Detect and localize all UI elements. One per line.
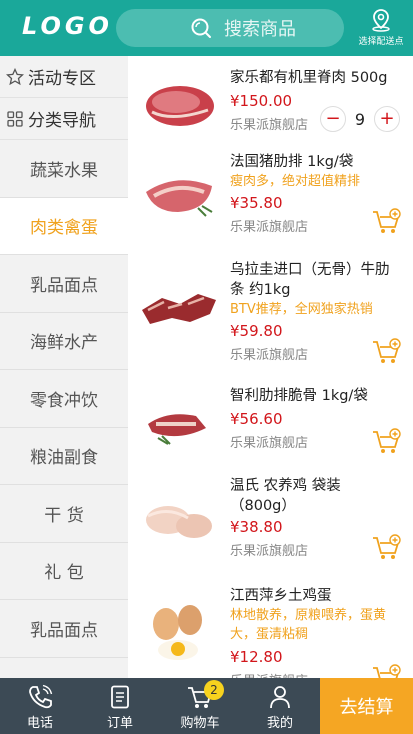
product-name: 乌拉圭进口（无骨）牛肋条 约1kg <box>230 262 390 298</box>
sidebar-item-gift-pack[interactable]: 礼 包 <box>0 543 128 600</box>
category-sidebar: 活动专区 分类导航 蔬菜水果 肉类禽蛋 乳品面点 海鲜水产 零食冲饮 粮油副食 … <box>0 56 128 678</box>
bottom-tab-bar: 电话 订单 2 购物车 我的 去结算 <box>0 678 413 734</box>
checkout-button[interactable]: 去结算 <box>320 678 413 734</box>
sidebar-item-dry-goods[interactable]: 干 货 <box>0 485 128 543</box>
rib-cartilage-image <box>138 382 220 464</box>
star-icon <box>6 67 24 85</box>
promo-zone-link[interactable]: 活动专区 <box>0 56 128 98</box>
tab-orders[interactable]: 订单 <box>80 678 160 734</box>
increase-button[interactable]: + <box>374 106 400 132</box>
chicken-image <box>138 480 220 562</box>
store-name: 乐果派旗舰店 <box>230 544 309 559</box>
location-button[interactable]: 选择配送点 <box>355 8 407 47</box>
tab-phone[interactable]: 电话 <box>0 678 80 734</box>
tab-orders-label: 订单 <box>106 716 133 731</box>
sidebar-item-snacks-drinks[interactable]: 零食冲饮 <box>0 370 128 428</box>
pork-tenderloin-image <box>138 64 220 146</box>
store-name: 乐果派旗舰店 <box>230 220 309 235</box>
decrease-button[interactable]: − <box>320 106 346 132</box>
search-placeholder: 搜索商品 <box>224 19 296 40</box>
list-item[interactable]: 智利肋排脆骨 1kg/袋 ¥56.60 乐果派旗舰店 <box>128 380 413 470</box>
product-name: 江西萍乡土鸡蛋 <box>230 588 332 604</box>
add-to-cart-icon[interactable] <box>371 338 401 366</box>
add-to-cart-icon[interactable] <box>371 534 401 562</box>
tab-cart[interactable]: 2 购物车 <box>160 678 240 734</box>
promo-zone-label: 活动专区 <box>28 69 96 89</box>
product-price: ¥150.00 <box>230 92 293 110</box>
product-tagline: 瘦肉多，绝对超值精排 <box>230 174 361 189</box>
sidebar-item-meat-poultry-eggs[interactable]: 肉类禽蛋 <box>0 197 128 255</box>
add-to-cart-icon[interactable] <box>371 428 401 456</box>
add-to-cart-icon[interactable] <box>371 208 401 236</box>
product-name: 法国猪肋排 1kg/袋 <box>230 154 354 170</box>
sidebar-item-seafood[interactable]: 海鲜水产 <box>0 313 128 370</box>
list-item[interactable]: 乌拉圭进口（无骨）牛肋条 约1kg BTV推荐，全网独家热销 ¥59.80 乐果… <box>128 254 413 380</box>
category-nav-header: 分类导航 <box>0 98 128 140</box>
quantity-stepper: − 9 + <box>320 106 400 132</box>
product-price: ¥12.80 <box>230 648 283 666</box>
product-price: ¥59.80 <box>230 322 283 340</box>
product-tagline: 林地散养，原粮喂养，蛋黄大，蛋清粘稠 <box>230 608 387 642</box>
search-bar[interactable]: 搜索商品 <box>116 9 344 47</box>
sidebar-item-dairy-bakery-2[interactable]: 乳品面点 <box>0 600 128 658</box>
tab-mine-label: 我的 <box>266 716 293 731</box>
product-price: ¥35.80 <box>230 194 283 212</box>
logo[interactable]: LOGO <box>22 12 113 40</box>
cart-count-badge: 2 <box>204 680 224 700</box>
product-name: 家乐都有机里脊肉 500g <box>230 70 388 86</box>
sidebar-item-dairy-bakery[interactable]: 乳品面点 <box>0 255 128 313</box>
product-name: 温氏 农养鸡 袋装 （800g） <box>230 478 341 514</box>
list-item[interactable]: 江西萍乡土鸡蛋 林地散养，原粮喂养，蛋黄大，蛋清粘稠 ¥12.80 乐果派旗舰店 <box>128 580 413 678</box>
sidebar-item-vegetables-fruits[interactable]: 蔬菜水果 <box>0 140 128 198</box>
quantity-value: 9 <box>354 109 366 129</box>
tab-mine[interactable]: 我的 <box>240 678 320 734</box>
product-price: ¥56.60 <box>230 410 283 428</box>
add-to-cart-icon[interactable] <box>371 664 401 678</box>
user-icon <box>270 686 290 709</box>
category-nav-label: 分类导航 <box>28 111 96 131</box>
phone-icon <box>29 684 53 709</box>
location-label: 选择配送点 <box>358 37 404 47</box>
product-price: ¥38.80 <box>230 518 283 536</box>
product-tagline: BTV推荐，全网独家热销 <box>230 302 373 317</box>
product-list: 家乐都有机里脊肉 500g ¥150.00 乐果派旗舰店 − 9 + 法国猪肋排… <box>128 56 413 678</box>
sidebar-item-grain-oil[interactable]: 粮油副食 <box>0 428 128 485</box>
list-item[interactable]: 家乐都有机里脊肉 500g ¥150.00 乐果派旗舰店 − 9 + <box>128 62 413 146</box>
list-item[interactable]: 法国猪肋排 1kg/袋 瘦肉多，绝对超值精排 ¥35.80 乐果派旗舰店 <box>128 146 413 254</box>
grid-icon <box>7 110 23 127</box>
beef-ribs-image <box>138 264 220 346</box>
pork-ribs-image <box>138 152 220 234</box>
tab-cart-label: 购物车 <box>180 716 220 731</box>
eggs-image <box>138 592 220 674</box>
app-header: LOGO 搜索商品 选择配送点 <box>0 0 413 56</box>
search-icon <box>191 18 211 38</box>
store-name: 乐果派旗舰店 <box>230 670 308 678</box>
product-name: 智利肋排脆骨 1kg/袋 <box>230 388 368 404</box>
list-item[interactable]: 温氏 农养鸡 袋装 （800g） ¥38.80 乐果派旗舰店 <box>128 470 413 580</box>
store-name: 乐果派旗舰店 <box>230 348 309 363</box>
store-name: 乐果派旗舰店 <box>230 118 309 133</box>
order-list-icon <box>111 685 129 709</box>
location-pin-icon <box>372 9 390 32</box>
store-name: 乐果派旗舰店 <box>230 436 309 451</box>
tab-phone-label: 电话 <box>26 716 53 731</box>
